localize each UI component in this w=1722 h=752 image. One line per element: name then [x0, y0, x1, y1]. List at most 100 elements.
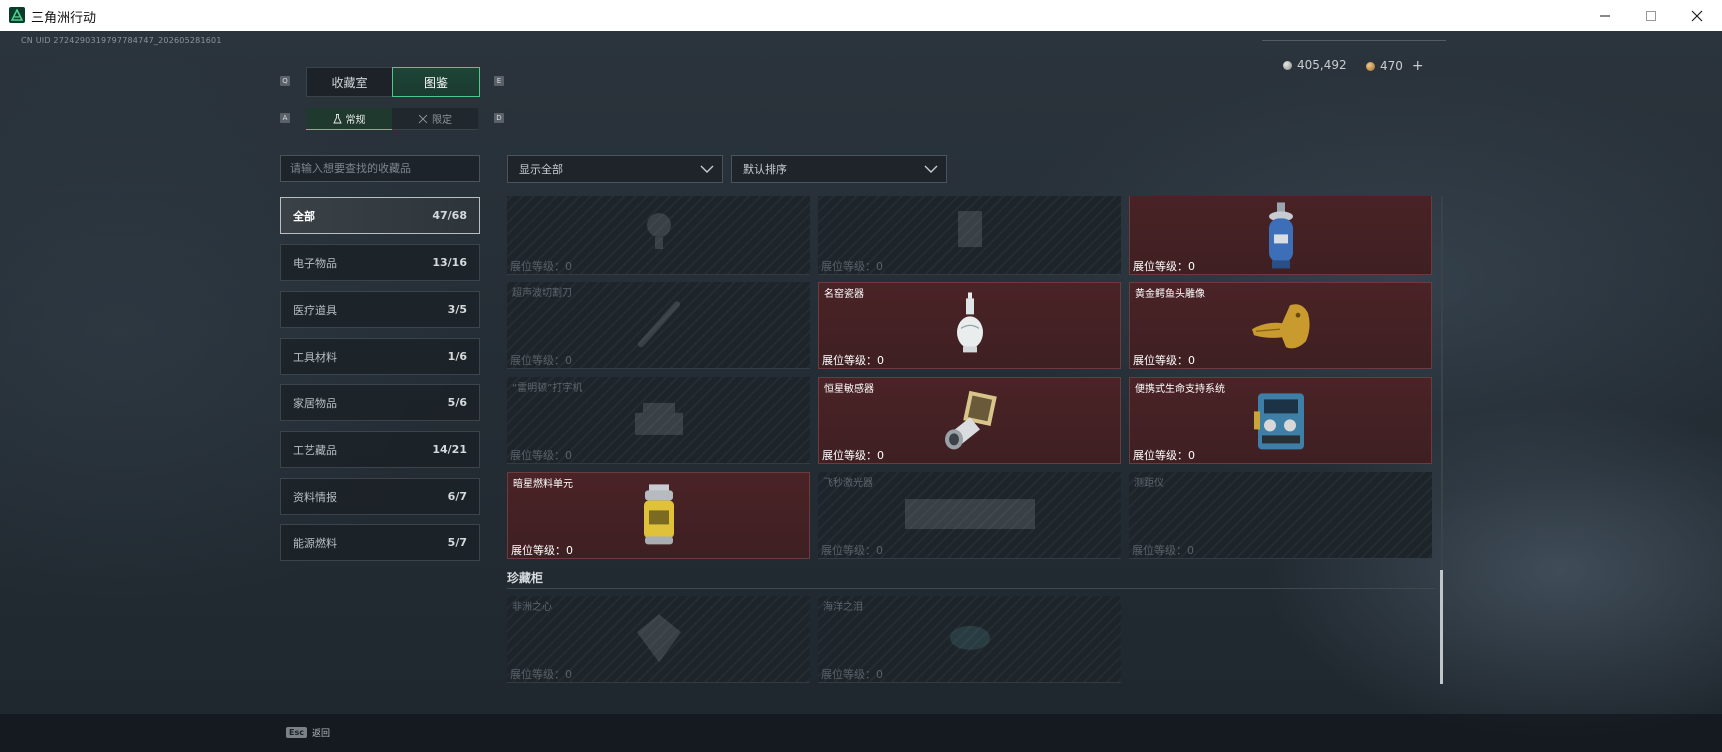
display-level: 展位等级：0	[510, 354, 572, 367]
collection-card[interactable]: 飞秒激光器 展位等级：0	[818, 472, 1121, 559]
collection-card[interactable]: 名窑瓷器 展位等级：0	[818, 282, 1121, 369]
header-divider	[1262, 40, 1446, 41]
bottom-bar	[0, 714, 1722, 752]
display-filter-value: 显示全部	[519, 163, 563, 176]
vault-card[interactable]: 非洲之心 展位等级：0	[507, 596, 810, 683]
collection-card[interactable]: “雷明顿”打字机 展位等级：0	[507, 377, 810, 464]
item-name: 海洋之泪	[823, 602, 863, 613]
item-name: 超声波切割刀	[512, 288, 572, 299]
display-level: 展位等级：0	[821, 668, 883, 681]
subtab-regular[interactable]: 常规	[306, 108, 392, 130]
knife-icon	[629, 294, 689, 358]
back-button[interactable]: Esc 返回	[281, 720, 333, 744]
category-name: 电子物品	[293, 256, 337, 270]
category-all[interactable]: 全部 47/68	[280, 197, 480, 234]
collection-card[interactable]: 展位等级：0	[507, 196, 810, 275]
grid-scrollbar-thumb[interactable]	[1440, 570, 1443, 684]
box-icon	[950, 205, 990, 259]
minimize-button[interactable]	[1582, 0, 1628, 31]
collection-card[interactable]: 超声波切割刀 展位等级：0	[507, 282, 810, 369]
category-crafts[interactable]: 工艺藏品 14/21	[280, 431, 480, 468]
display-level: 展位等级：0	[511, 544, 573, 557]
display-level: 展位等级：0	[510, 668, 572, 681]
search-input[interactable]	[280, 155, 480, 182]
category-tools[interactable]: 工具材料 1/6	[280, 338, 480, 375]
item-name: 飞秒激光器	[823, 478, 873, 489]
display-level: 展位等级：0	[510, 449, 572, 462]
collection-card[interactable]: 展位等级：0	[1129, 196, 1432, 275]
category-electronics[interactable]: 电子物品 13/16	[280, 244, 480, 281]
category-household[interactable]: 家居物品 5/6	[280, 384, 480, 421]
crossed-swords-icon	[418, 114, 428, 123]
collection-card[interactable]: 便携式生命支持系统 展位等级：0	[1129, 377, 1432, 464]
player-uid: CN UID 2724290319797784747_202605281601	[21, 36, 222, 45]
category-count: 5/7	[447, 536, 467, 549]
category-count: 14/21	[432, 443, 467, 456]
category-intel[interactable]: 资料情报 6/7	[280, 478, 480, 515]
gold-amount: 470	[1380, 59, 1403, 73]
life-support-icon	[1250, 387, 1312, 457]
item-name: 名窑瓷器	[824, 289, 864, 300]
display-level: 展位等级：0	[821, 260, 883, 273]
window-titlebar: 三角洲行动	[0, 0, 1722, 32]
close-button[interactable]	[1674, 0, 1720, 31]
display-level: 展位等级：0	[1133, 354, 1195, 367]
display-filter-dropdown[interactable]: 显示全部	[507, 155, 723, 183]
subtab-regular-label: 常规	[345, 115, 366, 126]
category-count: 1/6	[447, 350, 467, 363]
silver-amount: 405,492	[1297, 58, 1347, 72]
collection-card[interactable]: 暗星燃料单元 展位等级：0	[507, 472, 810, 559]
star-sensor-icon	[940, 387, 1000, 457]
item-name: 非洲之心	[512, 602, 552, 613]
category-count: 6/7	[447, 490, 467, 503]
gem-icon	[945, 618, 995, 662]
subtab-limited-label: 限定	[432, 115, 452, 126]
collection-grid[interactable]: 展位等级：0 展位等级：0 展位等级：0 超声波切割刀 展位等级：0 名窑瓷器	[507, 196, 1437, 686]
lamp-icon	[639, 205, 679, 259]
collection-card[interactable]: 展位等级：0	[818, 196, 1121, 275]
category-energy[interactable]: 能源燃料 5/7	[280, 524, 480, 561]
item-name: 便携式生命支持系统	[1135, 384, 1225, 395]
display-level: 展位等级：0	[821, 544, 883, 557]
collection-card[interactable]: 测距仪 展位等级：0	[1129, 472, 1432, 559]
window-title: 三角洲行动	[31, 11, 97, 26]
category-name: 能源燃料	[293, 536, 337, 550]
category-medical[interactable]: 医疗道具 3/5	[280, 291, 480, 328]
gas-tank-icon	[1261, 201, 1301, 274]
key-hint-d: D	[494, 113, 504, 123]
item-name: 恒星敏感器	[824, 384, 874, 395]
category-name: 资料情报	[293, 490, 337, 504]
item-name: 测距仪	[1134, 478, 1164, 489]
item-name: 黄金鳄鱼头雕像	[1135, 289, 1205, 300]
gold-coin-icon	[1366, 61, 1375, 71]
vault-section-title: 珍藏柜	[507, 571, 544, 585]
typewriter-icon	[629, 399, 689, 443]
fuel-cell-icon	[639, 482, 679, 552]
collection-card[interactable]: 黄金鳄鱼头雕像 展位等级：0	[1129, 282, 1432, 369]
item-name: “雷明顿”打字机	[512, 383, 583, 394]
flask-icon	[332, 113, 342, 123]
vault-card[interactable]: 海洋之泪 展位等级：0	[818, 596, 1121, 683]
display-level: 展位等级：0	[1132, 544, 1194, 557]
category-name: 工具材料	[293, 350, 337, 364]
item-name: 暗星燃料单元	[513, 479, 573, 490]
category-name: 家居物品	[293, 396, 337, 410]
category-count: 47/68	[432, 209, 467, 222]
add-currency-button[interactable]: +	[1412, 58, 1424, 74]
maximize-button[interactable]	[1628, 0, 1674, 31]
display-level: 展位等级：0	[1133, 260, 1195, 273]
golden-crocodile-icon	[1246, 297, 1316, 357]
gold-currency: 470 +	[1366, 58, 1424, 74]
display-level: 展位等级：0	[1133, 449, 1195, 462]
esc-key-hint: Esc	[286, 726, 307, 738]
porcelain-vase-icon	[952, 291, 988, 362]
display-level: 展位等级：0	[822, 354, 884, 367]
category-count: 5/6	[447, 396, 467, 409]
sort-dropdown[interactable]: 默认排序	[731, 155, 947, 183]
tab-collection-room[interactable]: 收藏室	[306, 67, 393, 97]
subtab-limited[interactable]: 限定	[392, 108, 478, 130]
tab-catalog[interactable]: 图鉴	[392, 67, 480, 97]
delta-logo-icon	[9, 7, 25, 23]
vault-section-divider	[507, 588, 1435, 589]
collection-card[interactable]: 恒星敏感器 展位等级：0	[818, 377, 1121, 464]
